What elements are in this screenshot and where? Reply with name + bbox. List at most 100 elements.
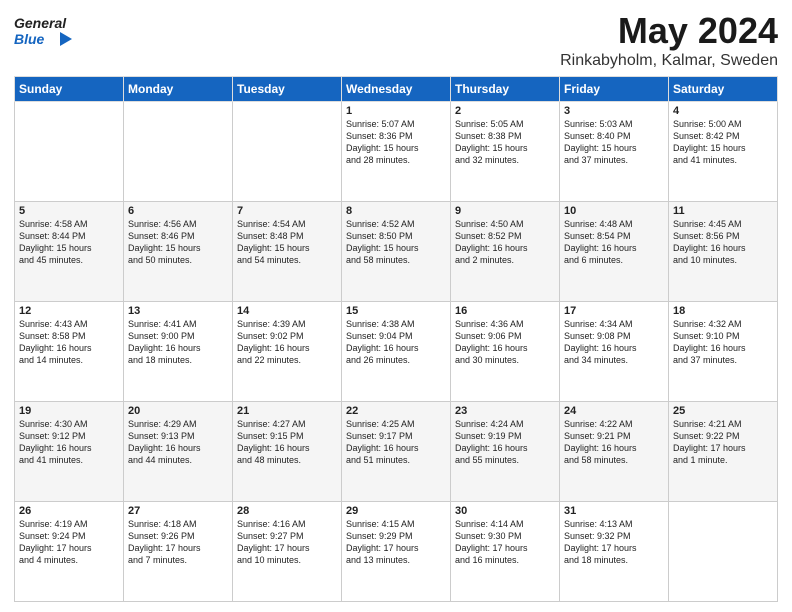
day-info: Sunrise: 4:45 AM Sunset: 8:56 PM Dayligh… bbox=[673, 218, 773, 267]
day-number: 2 bbox=[455, 105, 555, 117]
day-info: Sunrise: 4:30 AM Sunset: 9:12 PM Dayligh… bbox=[19, 418, 119, 467]
day-number: 16 bbox=[455, 305, 555, 317]
day-number: 15 bbox=[346, 305, 446, 317]
calendar-cell: 3Sunrise: 5:03 AM Sunset: 8:40 PM Daylig… bbox=[560, 102, 669, 202]
calendar-cell: 7Sunrise: 4:54 AM Sunset: 8:48 PM Daylig… bbox=[233, 202, 342, 302]
day-info: Sunrise: 4:15 AM Sunset: 9:29 PM Dayligh… bbox=[346, 518, 446, 567]
week-row-3: 19Sunrise: 4:30 AM Sunset: 9:12 PM Dayli… bbox=[15, 402, 778, 502]
calendar-header: SundayMondayTuesdayWednesdayThursdayFrid… bbox=[15, 77, 778, 102]
calendar-cell: 14Sunrise: 4:39 AM Sunset: 9:02 PM Dayli… bbox=[233, 302, 342, 402]
calendar-cell: 27Sunrise: 4:18 AM Sunset: 9:26 PM Dayli… bbox=[124, 502, 233, 602]
calendar-cell: 23Sunrise: 4:24 AM Sunset: 9:19 PM Dayli… bbox=[451, 402, 560, 502]
calendar-cell: 13Sunrise: 4:41 AM Sunset: 9:00 PM Dayli… bbox=[124, 302, 233, 402]
day-info: Sunrise: 5:07 AM Sunset: 8:36 PM Dayligh… bbox=[346, 118, 446, 167]
calendar-cell: 2Sunrise: 5:05 AM Sunset: 8:38 PM Daylig… bbox=[451, 102, 560, 202]
week-row-2: 12Sunrise: 4:43 AM Sunset: 8:58 PM Dayli… bbox=[15, 302, 778, 402]
day-number: 24 bbox=[564, 405, 664, 417]
calendar-cell: 6Sunrise: 4:56 AM Sunset: 8:46 PM Daylig… bbox=[124, 202, 233, 302]
day-number: 21 bbox=[237, 405, 337, 417]
day-number: 26 bbox=[19, 505, 119, 517]
day-number: 1 bbox=[346, 105, 446, 117]
day-number: 22 bbox=[346, 405, 446, 417]
day-info: Sunrise: 4:58 AM Sunset: 8:44 PM Dayligh… bbox=[19, 218, 119, 267]
calendar-cell: 30Sunrise: 4:14 AM Sunset: 9:30 PM Dayli… bbox=[451, 502, 560, 602]
day-info: Sunrise: 4:24 AM Sunset: 9:19 PM Dayligh… bbox=[455, 418, 555, 467]
day-info: Sunrise: 4:27 AM Sunset: 9:15 PM Dayligh… bbox=[237, 418, 337, 467]
day-info: Sunrise: 4:54 AM Sunset: 8:48 PM Dayligh… bbox=[237, 218, 337, 267]
day-number: 19 bbox=[19, 405, 119, 417]
header-day-tuesday: Tuesday bbox=[233, 77, 342, 102]
calendar-cell: 26Sunrise: 4:19 AM Sunset: 9:24 PM Dayli… bbox=[15, 502, 124, 602]
day-info: Sunrise: 4:43 AM Sunset: 8:58 PM Dayligh… bbox=[19, 318, 119, 367]
header-day-monday: Monday bbox=[124, 77, 233, 102]
day-info: Sunrise: 4:39 AM Sunset: 9:02 PM Dayligh… bbox=[237, 318, 337, 367]
logo-icon: General Blue bbox=[14, 10, 74, 54]
day-info: Sunrise: 4:29 AM Sunset: 9:13 PM Dayligh… bbox=[128, 418, 228, 467]
header: General Blue May 2024 Rinkabyholm, Kalma… bbox=[14, 10, 778, 70]
day-number: 13 bbox=[128, 305, 228, 317]
day-number: 11 bbox=[673, 205, 773, 217]
day-info: Sunrise: 4:38 AM Sunset: 9:04 PM Dayligh… bbox=[346, 318, 446, 367]
day-info: Sunrise: 5:05 AM Sunset: 8:38 PM Dayligh… bbox=[455, 118, 555, 167]
calendar-table: SundayMondayTuesdayWednesdayThursdayFrid… bbox=[14, 76, 778, 602]
calendar-cell: 17Sunrise: 4:34 AM Sunset: 9:08 PM Dayli… bbox=[560, 302, 669, 402]
day-number: 23 bbox=[455, 405, 555, 417]
calendar-cell: 16Sunrise: 4:36 AM Sunset: 9:06 PM Dayli… bbox=[451, 302, 560, 402]
calendar-cell: 1Sunrise: 5:07 AM Sunset: 8:36 PM Daylig… bbox=[342, 102, 451, 202]
calendar-cell: 21Sunrise: 4:27 AM Sunset: 9:15 PM Dayli… bbox=[233, 402, 342, 502]
main-title: May 2024 bbox=[560, 10, 778, 52]
calendar-cell: 8Sunrise: 4:52 AM Sunset: 8:50 PM Daylig… bbox=[342, 202, 451, 302]
day-info: Sunrise: 4:34 AM Sunset: 9:08 PM Dayligh… bbox=[564, 318, 664, 367]
header-day-sunday: Sunday bbox=[15, 77, 124, 102]
calendar-cell: 24Sunrise: 4:22 AM Sunset: 9:21 PM Dayli… bbox=[560, 402, 669, 502]
day-number: 9 bbox=[455, 205, 555, 217]
calendar-cell: 20Sunrise: 4:29 AM Sunset: 9:13 PM Dayli… bbox=[124, 402, 233, 502]
day-info: Sunrise: 4:18 AM Sunset: 9:26 PM Dayligh… bbox=[128, 518, 228, 567]
day-info: Sunrise: 4:41 AM Sunset: 9:00 PM Dayligh… bbox=[128, 318, 228, 367]
header-row: SundayMondayTuesdayWednesdayThursdayFrid… bbox=[15, 77, 778, 102]
day-info: Sunrise: 4:25 AM Sunset: 9:17 PM Dayligh… bbox=[346, 418, 446, 467]
day-info: Sunrise: 5:03 AM Sunset: 8:40 PM Dayligh… bbox=[564, 118, 664, 167]
calendar-cell: 29Sunrise: 4:15 AM Sunset: 9:29 PM Dayli… bbox=[342, 502, 451, 602]
header-day-thursday: Thursday bbox=[451, 77, 560, 102]
day-number: 12 bbox=[19, 305, 119, 317]
logo: General Blue bbox=[14, 10, 74, 54]
header-day-saturday: Saturday bbox=[669, 77, 778, 102]
svg-text:Blue: Blue bbox=[14, 31, 45, 47]
day-info: Sunrise: 4:48 AM Sunset: 8:54 PM Dayligh… bbox=[564, 218, 664, 267]
day-number: 10 bbox=[564, 205, 664, 217]
day-info: Sunrise: 4:14 AM Sunset: 9:30 PM Dayligh… bbox=[455, 518, 555, 567]
day-info: Sunrise: 4:32 AM Sunset: 9:10 PM Dayligh… bbox=[673, 318, 773, 367]
subtitle: Rinkabyholm, Kalmar, Sweden bbox=[560, 52, 778, 70]
week-row-4: 26Sunrise: 4:19 AM Sunset: 9:24 PM Dayli… bbox=[15, 502, 778, 602]
day-number: 29 bbox=[346, 505, 446, 517]
calendar-cell: 9Sunrise: 4:50 AM Sunset: 8:52 PM Daylig… bbox=[451, 202, 560, 302]
day-number: 4 bbox=[673, 105, 773, 117]
calendar-cell: 4Sunrise: 5:00 AM Sunset: 8:42 PM Daylig… bbox=[669, 102, 778, 202]
day-number: 14 bbox=[237, 305, 337, 317]
calendar-cell: 25Sunrise: 4:21 AM Sunset: 9:22 PM Dayli… bbox=[669, 402, 778, 502]
day-info: Sunrise: 4:52 AM Sunset: 8:50 PM Dayligh… bbox=[346, 218, 446, 267]
page: General Blue May 2024 Rinkabyholm, Kalma… bbox=[0, 0, 792, 612]
day-number: 7 bbox=[237, 205, 337, 217]
svg-text:General: General bbox=[14, 15, 67, 31]
day-info: Sunrise: 4:36 AM Sunset: 9:06 PM Dayligh… bbox=[455, 318, 555, 367]
calendar-cell: 31Sunrise: 4:13 AM Sunset: 9:32 PM Dayli… bbox=[560, 502, 669, 602]
week-row-0: 1Sunrise: 5:07 AM Sunset: 8:36 PM Daylig… bbox=[15, 102, 778, 202]
day-number: 17 bbox=[564, 305, 664, 317]
day-info: Sunrise: 4:16 AM Sunset: 9:27 PM Dayligh… bbox=[237, 518, 337, 567]
day-info: Sunrise: 4:19 AM Sunset: 9:24 PM Dayligh… bbox=[19, 518, 119, 567]
day-number: 31 bbox=[564, 505, 664, 517]
calendar-cell bbox=[233, 102, 342, 202]
calendar-cell: 5Sunrise: 4:58 AM Sunset: 8:44 PM Daylig… bbox=[15, 202, 124, 302]
calendar-cell bbox=[124, 102, 233, 202]
day-info: Sunrise: 4:13 AM Sunset: 9:32 PM Dayligh… bbox=[564, 518, 664, 567]
header-day-friday: Friday bbox=[560, 77, 669, 102]
day-info: Sunrise: 4:21 AM Sunset: 9:22 PM Dayligh… bbox=[673, 418, 773, 467]
day-info: Sunrise: 4:56 AM Sunset: 8:46 PM Dayligh… bbox=[128, 218, 228, 267]
day-number: 28 bbox=[237, 505, 337, 517]
day-number: 5 bbox=[19, 205, 119, 217]
day-number: 18 bbox=[673, 305, 773, 317]
day-number: 27 bbox=[128, 505, 228, 517]
calendar-cell bbox=[669, 502, 778, 602]
